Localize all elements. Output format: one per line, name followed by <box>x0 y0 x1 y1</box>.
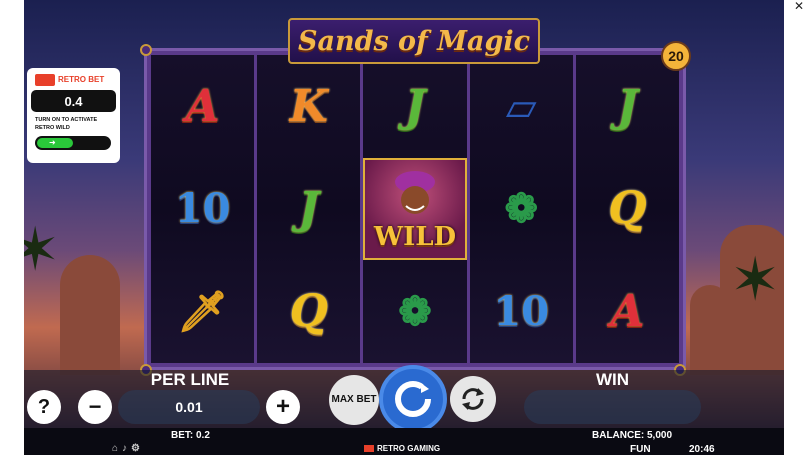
symbol-a: A <box>610 286 645 338</box>
retro-bet-value: 0.4 <box>31 90 116 112</box>
win-display <box>524 390 701 424</box>
turban-icon: ❁ <box>398 288 432 336</box>
symbol-q: Q <box>608 183 647 235</box>
reel-1: A 10 🗡 <box>151 55 255 363</box>
home-icon[interactable]: ⌂ <box>112 443 118 454</box>
autoplay-icon <box>462 388 484 410</box>
retro-bet-caption: TURN ON TO ACTIVATE RETRO WILD <box>35 117 98 131</box>
per-line-value: 0.01 <box>118 390 260 424</box>
symbol-q: Q <box>289 286 328 338</box>
clock: 20:46 <box>689 444 715 455</box>
wild-symbol: WILD <box>363 157 467 261</box>
spin-icon <box>395 381 431 417</box>
symbol-j: J <box>298 183 320 235</box>
symbol-10: 10 <box>493 288 550 336</box>
status-icons: ⌂ ♪ ⚙ <box>112 443 140 454</box>
retro-bet-panel: RETRO BET 0.4 TURN ON TO ACTIVATE RETRO … <box>27 68 120 163</box>
game-title-banner: Sands of Magic <box>288 18 540 64</box>
symbol-j: J <box>616 80 638 132</box>
close-icon[interactable]: ✕ <box>794 0 804 12</box>
palm-tree-right: ✶ <box>730 246 781 313</box>
spin-button[interactable] <box>379 365 447 433</box>
reel-grid: A 10 🗡 K J Q J WILD ❁ ▱ ❁ 10 J Q A <box>151 55 679 363</box>
symbol-j: J <box>404 80 426 132</box>
help-button[interactable]: ? <box>27 390 61 424</box>
retro-logo-text: RETRO BET <box>58 75 105 84</box>
retro-wild-toggle[interactable]: ➜ <box>35 136 111 150</box>
bet-readout: BET: 0.2 <box>171 430 210 441</box>
carpet-icon: ▱ <box>505 82 537 130</box>
play-mode: FUN <box>630 444 651 455</box>
reel-4: ▱ ❁ 10 <box>469 55 573 363</box>
brand-footer: RETRO GAMING <box>364 444 440 453</box>
reel-5: JQA <box>575 55 679 363</box>
frame-corner-gem <box>140 44 152 56</box>
increase-bet-button[interactable]: + <box>266 390 300 424</box>
retro-logo-icon <box>35 74 55 86</box>
right-frame-edge: ✕ <box>784 0 808 455</box>
reels-frame: A 10 🗡 K J Q J WILD ❁ ▱ ❁ 10 J Q A <box>144 48 686 370</box>
reel-2: KJQ <box>257 55 361 363</box>
settings-icon[interactable]: ⚙ <box>131 443 140 454</box>
paylines-badge: 20 <box>661 41 691 71</box>
status-bar: ⌂ ♪ ⚙ BET: 0.2 RETRO GAMING BALANCE: 5,0… <box>24 428 784 455</box>
win-label: WIN <box>595 370 630 389</box>
retro-gaming-logo-icon <box>364 445 374 452</box>
turban-icon: ❁ <box>504 185 538 233</box>
per-line-label: PER LINE <box>150 370 230 389</box>
dagger-icon: 🗡 <box>177 288 228 336</box>
genie-icon <box>394 170 435 214</box>
left-frame-edge <box>0 0 24 455</box>
brand-text: RETRO GAMING <box>377 444 441 453</box>
palace-tower-right-small <box>690 285 730 375</box>
palace-tower-left <box>60 255 120 375</box>
symbol-a: A <box>185 80 220 132</box>
reel-3: J WILD ❁ <box>363 55 467 363</box>
decrease-bet-button[interactable]: − <box>78 390 112 424</box>
max-bet-button[interactable]: MAX BET <box>329 375 379 425</box>
retro-bet-logo: RETRO BET <box>35 74 116 86</box>
autoplay-button[interactable] <box>450 376 496 422</box>
symbol-10: 10 <box>174 185 231 233</box>
symbol-k: K <box>289 80 328 132</box>
sound-icon[interactable]: ♪ <box>122 443 127 454</box>
arrow-right-icon: ➜ <box>49 138 56 147</box>
game-title: Sands of Magic <box>297 25 531 57</box>
wild-label: WILD <box>373 222 457 253</box>
balance-readout: BALANCE: 5,000 <box>592 430 673 441</box>
